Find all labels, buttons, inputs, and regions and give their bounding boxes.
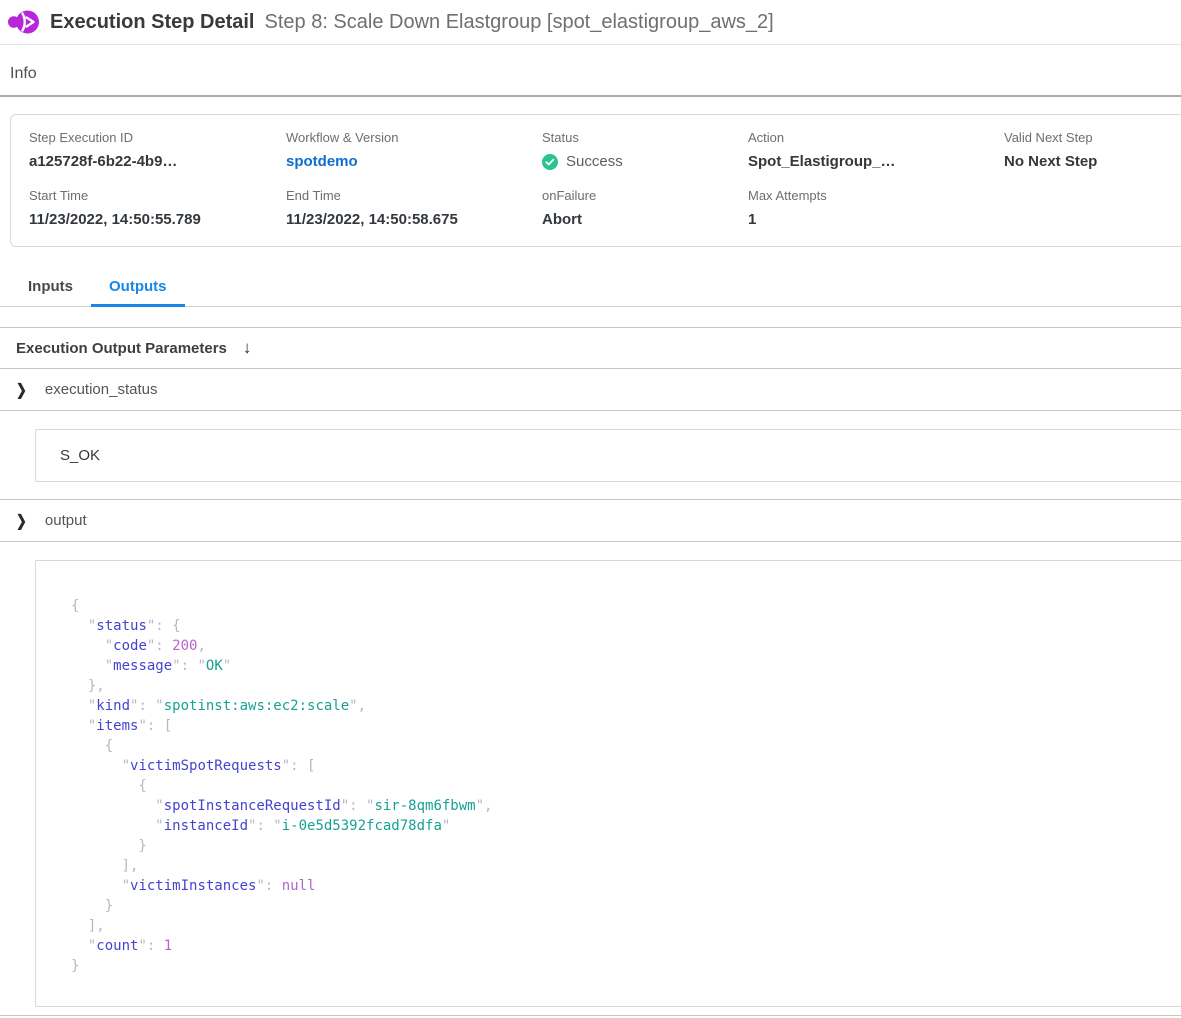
code-line: }, bbox=[71, 676, 1181, 696]
field-value: Abort bbox=[542, 211, 748, 228]
execution-output-parameters-title: Execution Output Parameters bbox=[16, 340, 227, 357]
field-empty bbox=[1004, 188, 1181, 228]
chevron-right-icon: ❯ bbox=[16, 380, 27, 399]
code-line: ], bbox=[71, 916, 1181, 936]
code-line: "victimInstances": null bbox=[71, 876, 1181, 896]
field-workflow-version: Workflow & Version spotdemo bbox=[286, 130, 542, 170]
execution-output-parameters-header: Execution Output Parameters ↓ bbox=[0, 327, 1181, 369]
field-value: No Next Step bbox=[1004, 153, 1181, 170]
code-line: "kind": "spotinst:aws:ec2:scale", bbox=[71, 696, 1181, 716]
param-row-output[interactable]: ❯ output bbox=[0, 499, 1181, 542]
code-line: "items": [ bbox=[71, 716, 1181, 736]
field-status: Status Success bbox=[542, 130, 748, 170]
code-line: { bbox=[71, 596, 1181, 616]
field-action: Action Spot_Elastigroup_… bbox=[748, 130, 1004, 170]
code-line: } bbox=[71, 836, 1181, 856]
field-value: Spot_Elastigroup_… bbox=[748, 153, 1004, 170]
code-line: { bbox=[71, 736, 1181, 756]
field-max-attempts: Max Attempts 1 bbox=[748, 188, 1004, 228]
page-title: Execution Step Detail bbox=[50, 11, 255, 34]
tab-bar: Inputs Outputs bbox=[0, 270, 1181, 307]
code-line: "message": "OK" bbox=[71, 656, 1181, 676]
field-valid-next-step: Valid Next Step No Next Step bbox=[1004, 130, 1181, 170]
param-name: output bbox=[45, 512, 87, 529]
field-label: Workflow & Version bbox=[286, 130, 542, 145]
code-line: "instanceId": "i-0e5d5392fcad78dfa" bbox=[71, 816, 1181, 836]
field-label: Start Time bbox=[29, 188, 286, 203]
code-line: ], bbox=[71, 856, 1181, 876]
info-divider bbox=[0, 95, 1181, 97]
json-code: { "status": { "code": 200, "message": "O… bbox=[71, 596, 1181, 976]
code-line: } bbox=[71, 896, 1181, 916]
param-row-execution-status[interactable]: ❯ execution_status bbox=[0, 369, 1181, 411]
execution-status-value: S_OK bbox=[60, 447, 100, 464]
field-start-time: Start Time 11/23/2022, 14:50:55.789 bbox=[29, 188, 286, 228]
app-header: Execution Step Detail Step 8: Scale Down… bbox=[0, 0, 1181, 45]
field-label: Step Execution ID bbox=[29, 130, 286, 145]
code-line: { bbox=[71, 776, 1181, 796]
field-value: 11/23/2022, 14:50:58.675 bbox=[286, 211, 542, 228]
field-value: 11/23/2022, 14:50:55.789 bbox=[29, 211, 286, 228]
bottom-divider bbox=[0, 1015, 1181, 1016]
tab-outputs[interactable]: Outputs bbox=[91, 270, 185, 307]
field-label: End Time bbox=[286, 188, 542, 203]
info-card: Step Execution ID a125728f-6b22-4b9… Wor… bbox=[10, 114, 1181, 247]
code-line: "victimSpotRequests": [ bbox=[71, 756, 1181, 776]
spot-logo-icon bbox=[8, 7, 40, 37]
download-arrow-icon[interactable]: ↓ bbox=[243, 338, 252, 358]
code-line: "count": 1 bbox=[71, 936, 1181, 956]
check-circle-icon bbox=[542, 154, 558, 170]
field-label: Action bbox=[748, 130, 1004, 145]
field-end-time: End Time 11/23/2022, 14:50:58.675 bbox=[286, 188, 542, 228]
field-label: Max Attempts bbox=[748, 188, 1004, 203]
code-line: "code": 200, bbox=[71, 636, 1181, 656]
status-badge: Success bbox=[542, 153, 748, 170]
field-label: onFailure bbox=[542, 188, 748, 203]
field-label: Status bbox=[542, 130, 748, 145]
execution-status-value-box: S_OK bbox=[35, 429, 1181, 482]
code-line: } bbox=[71, 956, 1181, 976]
chevron-right-icon: ❯ bbox=[16, 511, 27, 530]
field-onfailure: onFailure Abort bbox=[542, 188, 748, 228]
tab-inputs[interactable]: Inputs bbox=[10, 270, 91, 307]
status-text: Success bbox=[566, 153, 623, 170]
page-subtitle: Step 8: Scale Down Elastgroup [spot_elas… bbox=[265, 11, 774, 34]
workflow-link[interactable]: spotdemo bbox=[286, 153, 542, 170]
param-name: execution_status bbox=[45, 381, 158, 398]
code-line: "status": { bbox=[71, 616, 1181, 636]
field-value: a125728f-6b22-4b9… bbox=[29, 153, 286, 170]
code-line: "spotInstanceRequestId": "sir-8qm6fbwm", bbox=[71, 796, 1181, 816]
field-label: Valid Next Step bbox=[1004, 130, 1181, 145]
info-section-label: Info bbox=[0, 45, 1181, 95]
output-json-box: { "status": { "code": 200, "message": "O… bbox=[35, 560, 1181, 1007]
field-step-execution-id: Step Execution ID a125728f-6b22-4b9… bbox=[29, 130, 286, 170]
field-value: 1 bbox=[748, 211, 1004, 228]
